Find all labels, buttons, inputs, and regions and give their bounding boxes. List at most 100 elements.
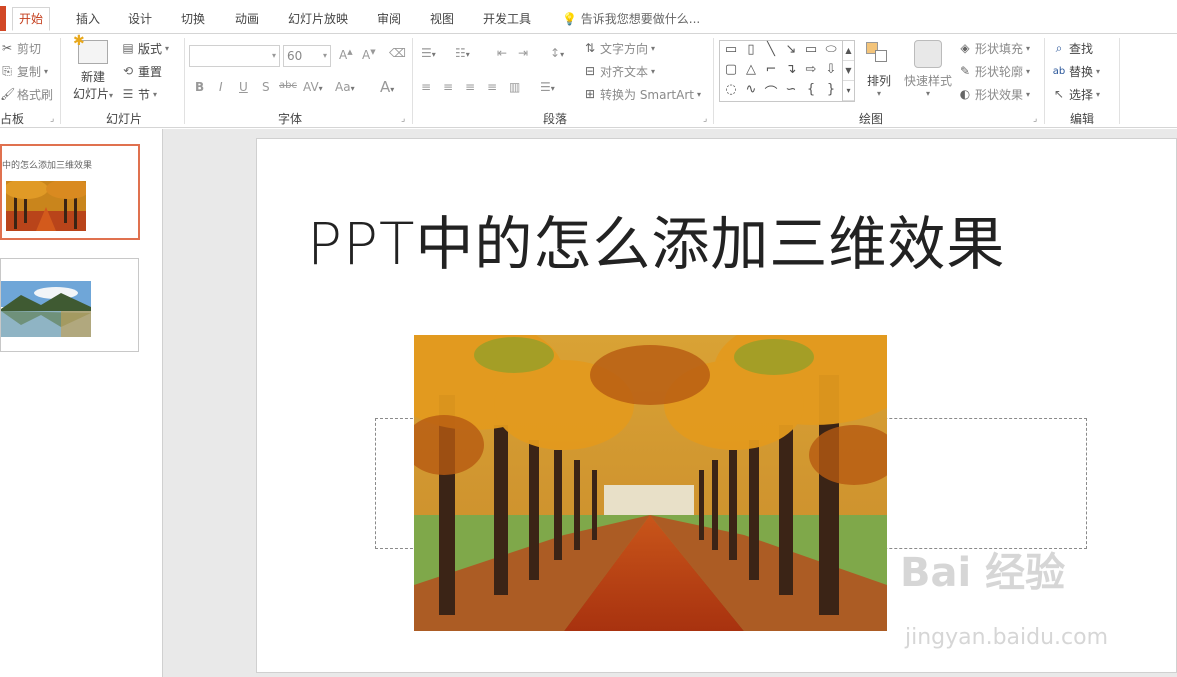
copy-button[interactable]: ⎘ 复制 ▾ (0, 61, 48, 81)
lake-mountains-thumbnail-image (1, 281, 91, 337)
oval-shape-icon[interactable]: ⬭ (822, 42, 840, 57)
vertical-textbox-shape-icon[interactable]: ▯ (742, 42, 760, 57)
more-shapes-icon[interactable]: ▾ (843, 81, 854, 101)
divider (60, 38, 61, 124)
font-launcher-icon[interactable]: ⌟ (401, 114, 405, 124)
text-direction-button[interactable]: ⇅ 文字方向 ▾ (583, 38, 655, 58)
autumn-trees-picture[interactable] (414, 335, 887, 631)
numbering-icon[interactable]: ☷▾ (455, 46, 470, 60)
autumn-trees-image (414, 335, 887, 631)
tab-design[interactable]: 设计 (122, 8, 158, 32)
align-center-icon[interactable]: ≡ (443, 80, 453, 94)
shadow-button[interactable]: S (262, 80, 270, 94)
cut-button[interactable]: ✂ 剪切 (0, 38, 41, 58)
shrink-font-icon[interactable]: A▼ (362, 48, 376, 62)
down-arrow-shape-icon[interactable]: ⇩ (822, 62, 840, 77)
shape-outline-button[interactable]: ✎ 形状轮廓 ▾ (958, 61, 1030, 81)
tab-review[interactable]: 审阅 (371, 8, 407, 32)
scroll-down-icon[interactable]: ▼ (843, 61, 854, 81)
clear-format-icon[interactable]: ⌫ (389, 46, 406, 60)
find-button[interactable]: ⌕ 查找 (1052, 38, 1093, 58)
reset-icon: ⟲ (122, 64, 134, 78)
paragraph-launcher-icon[interactable]: ⌟ (703, 114, 707, 124)
distributed-icon[interactable]: ▥ (509, 80, 520, 94)
change-case-button[interactable]: Aa▾ (335, 80, 355, 94)
scissors-icon: ✂ (1, 41, 13, 55)
tab-view[interactable]: 视图 (424, 8, 460, 32)
quick-styles-button[interactable]: 快速样式 ▾ (902, 40, 954, 98)
tab-home[interactable]: 开始 (12, 7, 51, 31)
curve-shape-icon[interactable]: ∽ (782, 82, 800, 97)
slide-thumbnail-1[interactable]: 中的怎么添加三维效果 (0, 144, 140, 240)
scroll-up-icon[interactable]: ▲ (843, 41, 854, 61)
file-tab[interactable] (0, 6, 6, 31)
format-painter-button[interactable]: 🖌 格式刷 (0, 84, 53, 104)
arrange-button[interactable]: 排列 ▾ (864, 40, 894, 98)
layout-button[interactable]: ▤ 版式 ▾ (121, 38, 169, 58)
grow-font-icon[interactable]: A▲ (339, 48, 353, 62)
section-button[interactable]: ☰ 节 ▾ (121, 84, 157, 104)
justify-icon[interactable]: ≡ (487, 80, 497, 94)
line-shape-icon[interactable]: ╲ (762, 42, 780, 57)
shape-fill-button[interactable]: ◈ 形状填充 ▾ (958, 38, 1030, 58)
select-button[interactable]: ↖ 选择 ▾ (1052, 84, 1100, 104)
font-color-button[interactable]: A▾ (380, 78, 394, 96)
new-slide-icon: ✱ (73, 33, 108, 64)
align-right-icon[interactable]: ≡ (465, 80, 475, 94)
align-text-button[interactable]: ⊟ 对齐文本 ▾ (583, 61, 655, 81)
tell-me-search[interactable]: 💡 告诉我您想要做什么... (556, 8, 706, 32)
tab-animations[interactable]: 动画 (229, 8, 265, 32)
baidu-watermark-url: jingyan.baidu.com (905, 625, 1109, 650)
increase-indent-icon[interactable]: ⇥ (518, 46, 528, 60)
slide-thumbnail-2[interactable] (0, 258, 139, 352)
drawing-launcher-icon[interactable]: ⌟ (1033, 114, 1037, 124)
underline-button[interactable]: U (239, 80, 248, 94)
font-name-select[interactable]: ▾ (189, 45, 280, 67)
slide-title[interactable]: PPT中的怎么添加三维效果 (307, 197, 1005, 281)
font-size-select[interactable]: 60 ▾ (283, 45, 331, 67)
clipboard-launcher-icon[interactable]: ⌟ (50, 114, 54, 124)
columns-icon[interactable]: ☰▾ (540, 80, 555, 94)
arc-shape-icon[interactable]: ⌒ (762, 82, 780, 101)
arrange-icon (864, 40, 894, 66)
triangle-shape-icon[interactable]: △ (742, 62, 760, 77)
scribble-shape-icon[interactable]: ∿ (742, 82, 760, 97)
elbow-arrow-shape-icon[interactable]: ↴ (782, 62, 800, 77)
convert-smartart-button[interactable]: ⊞ 转换为 SmartArt ▾ (583, 84, 701, 104)
right-brace-shape-icon[interactable]: } (822, 82, 840, 97)
shapes-gallery[interactable]: ▭ ▯ ╲ ↘ ▭ ⬭ ▢ △ ⌐ ↴ ⇨ ⇩ ◌ ∿ ⌒ ∽ { } ▲ ▼ … (719, 40, 855, 102)
align-left-icon[interactable]: ≡ (421, 80, 431, 94)
replace-button[interactable]: ab 替换 ▾ (1052, 61, 1100, 81)
editing-group-label: 编辑 (1070, 112, 1095, 126)
tab-transitions[interactable]: 切换 (175, 8, 211, 32)
elbow-connector-shape-icon[interactable]: ⌐ (762, 62, 780, 77)
textbox-shape-icon[interactable]: ▭ (722, 42, 740, 57)
line-spacing-icon[interactable]: ↕▾ (550, 46, 564, 60)
right-arrow-shape-icon[interactable]: ⇨ (802, 62, 820, 77)
left-brace-shape-icon[interactable]: { (802, 82, 820, 97)
shapes-scrollbar[interactable]: ▲ ▼ ▾ (842, 41, 854, 101)
chevron-down-icon: ▾ (44, 66, 49, 76)
bullets-icon[interactable]: ☰▾ (421, 46, 436, 60)
arrow-line-shape-icon[interactable]: ↘ (782, 42, 800, 57)
align-text-icon: ⊟ (584, 64, 596, 78)
char-spacing-button[interactable]: AV▾ (303, 80, 323, 94)
strikethrough-button[interactable]: abc (279, 80, 297, 91)
decrease-indent-icon[interactable]: ⇤ (497, 46, 507, 60)
shape-effects-button[interactable]: ◐ 形状效果 ▾ (958, 84, 1030, 104)
rounded-rect-shape-icon[interactable]: ▢ (722, 62, 740, 77)
autumn-trees-thumbnail-image (6, 181, 86, 231)
reset-button[interactable]: ⟲ 重置 (121, 61, 162, 81)
copy-icon: ⎘ (2, 63, 12, 78)
tab-slideshow[interactable]: 幻灯片放映 (282, 8, 354, 32)
italic-button[interactable]: I (219, 80, 223, 94)
tab-developer[interactable]: 开发工具 (477, 8, 537, 32)
thumbnail-title: 中的怎么添加三维效果 (2, 161, 93, 171)
freeform-shape-icon[interactable]: ◌ (722, 82, 740, 97)
tab-insert[interactable]: 插入 (70, 8, 106, 32)
pencil-icon: ✎ (959, 64, 971, 78)
rectangle-shape-icon[interactable]: ▭ (802, 42, 820, 57)
new-slide-button[interactable]: ✱ 新建 幻灯片▾ (70, 33, 116, 102)
bold-button[interactable]: B (195, 80, 204, 94)
replace-icon: ab (1052, 65, 1066, 77)
